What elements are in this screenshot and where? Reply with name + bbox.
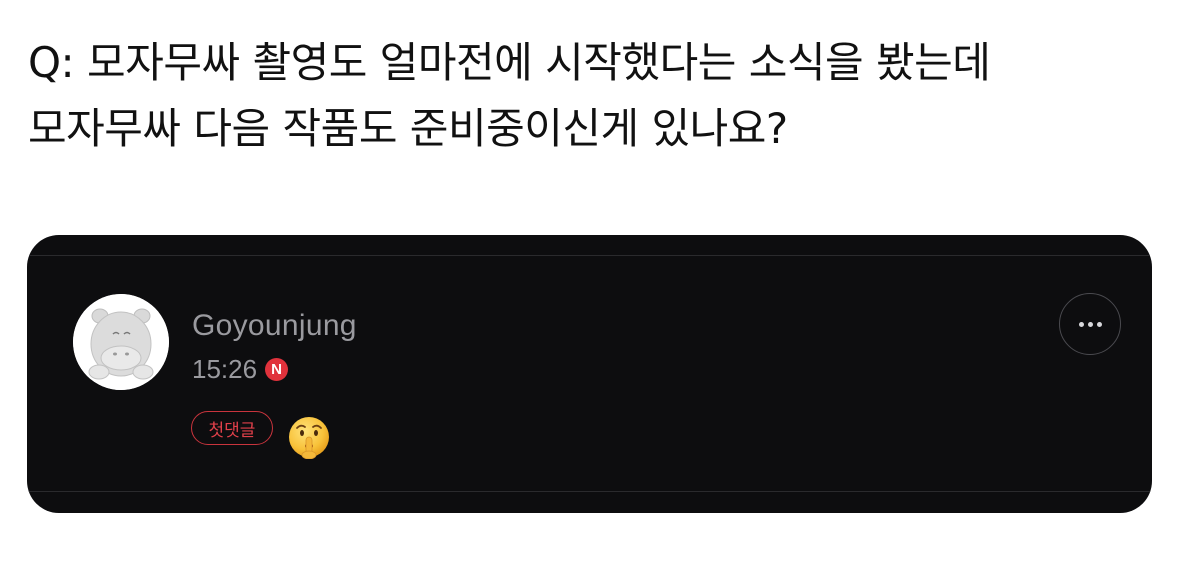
- hippo-avatar-icon: [73, 294, 169, 390]
- divider-top: [27, 255, 1152, 256]
- first-comment-badge: 첫댓글: [191, 411, 273, 445]
- question-text: Q: 모자무싸 촬영도 얼마전에 시작했다는 소식을 봤는데 모자무싸 다음 작…: [28, 30, 1158, 162]
- more-dot: [1087, 321, 1093, 327]
- comment-meta: 15:26 N: [192, 352, 289, 386]
- question-line-1: Q: 모자무싸 촬영도 얼마전에 시작했다는 소식을 봤는데: [28, 38, 991, 87]
- divider-bottom: [27, 491, 1152, 492]
- more-dots-icon: [1078, 321, 1084, 327]
- comment-card: Goyounjung 15:26 N 첫댓글: [27, 235, 1152, 513]
- comment-username[interactable]: Goyounjung: [192, 309, 357, 343]
- shushing-face-emoji-icon: [286, 413, 332, 460]
- more-options-button[interactable]: [1059, 293, 1121, 355]
- question-line-2: 모자무싸 다음 작품도 준비중이신게 있나요?: [28, 104, 788, 153]
- new-badge: N: [265, 357, 289, 381]
- avatar[interactable]: [73, 294, 169, 390]
- more-dot: [1096, 321, 1102, 327]
- comment-time: 15:26: [192, 353, 258, 384]
